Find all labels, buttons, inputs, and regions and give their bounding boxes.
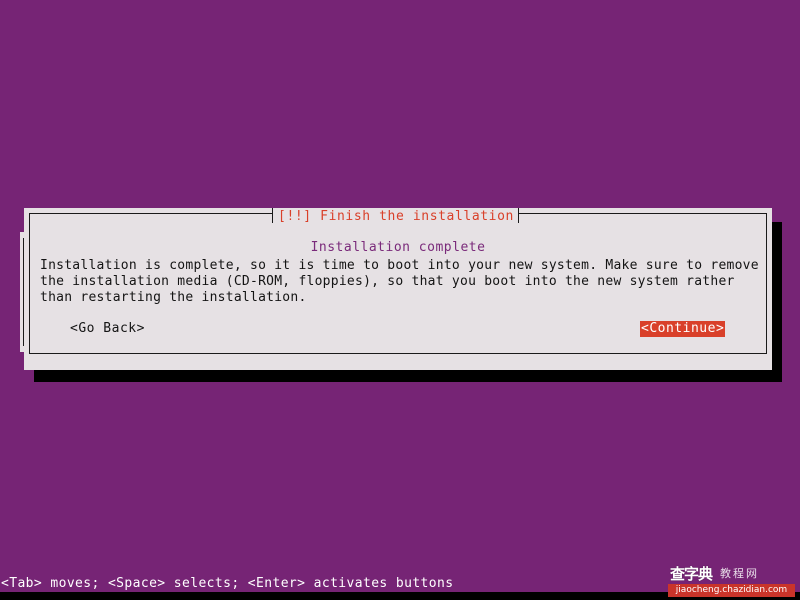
watermark-url: jiaocheng.chazidian.com	[668, 584, 795, 597]
watermark-brand-sub: 教程网	[720, 567, 760, 580]
dialog-subtitle: Installation complete	[310, 240, 486, 255]
dialog-body-line: than restarting the installation.	[40, 290, 307, 305]
watermark-logo-row: 查字典 教程网	[668, 563, 795, 585]
watermark: 查字典 教程网 jiaocheng.chazidian.com	[668, 563, 795, 597]
installer-screen: [!!] Finish the installation Installatio…	[0, 0, 800, 600]
dialog-title-tick-left-icon	[272, 208, 273, 223]
dialog-shadow-bottom	[34, 368, 782, 382]
dialog-title: [!!] Finish the installation	[278, 209, 514, 224]
dialog-body-line: Installation is complete, so it is time …	[40, 258, 759, 273]
continue-button[interactable]: <Continue>	[640, 321, 726, 337]
dialog-title-tick-right-icon	[518, 208, 519, 223]
watermark-brand-main: 查字典	[670, 565, 713, 583]
dialog-body-text: Installation is complete, so it is time …	[40, 258, 759, 306]
go-back-button[interactable]: <Go Back>	[70, 321, 145, 337]
dialog-body-line: the installation media (CD-ROM, floppies…	[40, 274, 735, 289]
